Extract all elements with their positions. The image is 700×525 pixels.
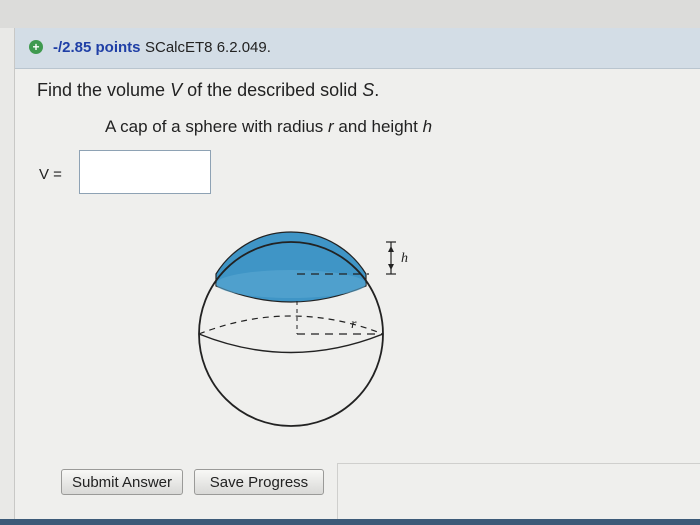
height-label: h [401,251,408,266]
solid-description: A cap of a sphere with radius r and heig… [105,117,433,136]
volume-answer-input[interactable] [79,150,211,194]
plus-icon[interactable]: + [29,40,43,54]
save-progress-button[interactable]: Save Progress [194,469,324,495]
question-header: + -/2.85 points SCalcET8 6.2.049. [15,28,700,69]
divider [337,463,700,464]
question-panel: + -/2.85 points SCalcET8 6.2.049. Find t… [14,28,700,525]
sphere-cap-figure: h r [198,231,408,427]
top-band [0,0,700,28]
question-text: Find the volume V of the described solid… [37,80,380,100]
points-label: -/2.85 points [53,39,141,56]
answer-label: V = [39,166,62,183]
bottom-bar [0,519,700,525]
problem-id: SCalcET8 6.2.049. [145,39,271,56]
divider-vertical [337,463,338,525]
submit-answer-button[interactable]: Submit Answer [61,469,183,495]
radius-label: r [351,317,357,332]
